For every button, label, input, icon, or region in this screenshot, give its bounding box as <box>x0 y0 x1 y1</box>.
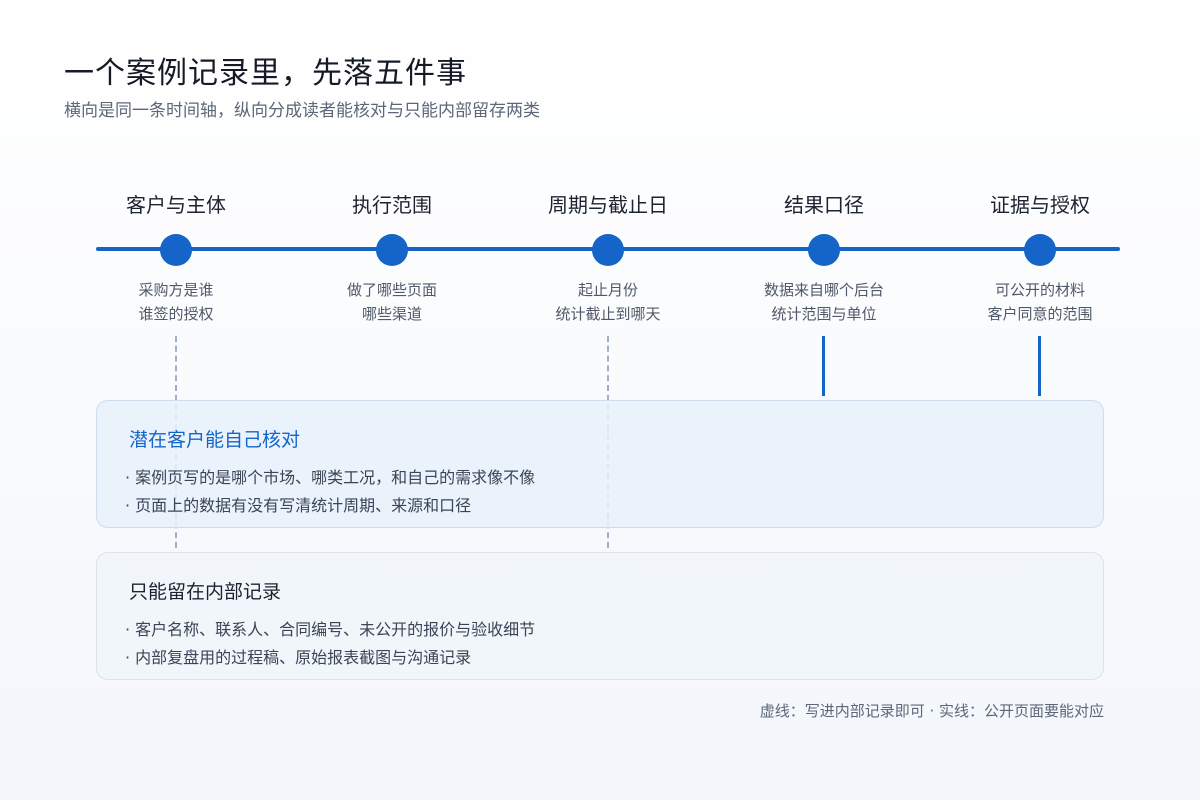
timeline-stage-results: 结果口径 数据来自哪个后台 统计范围与单位 <box>714 190 934 326</box>
solid-connector-5 <box>1038 336 1041 396</box>
stage-label: 执行范围 <box>352 193 432 217</box>
timeline-stage-period: 周期与截止日 起止月份 统计截止到哪天 <box>498 190 718 326</box>
stage-note: 起止月份 统计截止到哪天 <box>498 278 718 326</box>
stage-note-line: 统计范围与单位 <box>771 305 877 323</box>
timeline-stage-customer: 客户与主体 采购方是谁 谁签的授权 <box>66 190 286 326</box>
internal-box-item: · 客户名称、联系人、合同编号、未公开的报价与验收细节 <box>125 620 536 639</box>
stage-dot <box>376 234 408 266</box>
stage-note-line: 客户同意的范围 <box>987 305 1093 323</box>
internal-box-title: 只能留在内部记录 <box>129 581 282 603</box>
stage-note: 可公开的材料 客户同意的范围 <box>930 278 1150 326</box>
public-box-item: · 案例页写的是哪个市场、哪类工况，和自己的需求像不像 <box>125 468 536 487</box>
stage-note-line: 做了哪些页面 <box>346 281 437 299</box>
public-box-item: · 页面上的数据有没有写清统计周期、来源和口径 <box>125 496 472 515</box>
stage-dot <box>808 234 840 266</box>
stage-note-line: 起止月份 <box>577 281 638 299</box>
public-verifiable-box: 潜在客户能自己核对 · 案例页写的是哪个市场、哪类工况，和自己的需求像不像 · … <box>96 400 1104 528</box>
stage-note-line: 谁签的授权 <box>138 305 214 323</box>
stage-dot <box>1024 234 1056 266</box>
stage-label: 客户与主体 <box>126 193 226 217</box>
page-subtitle: 横向是同一条时间轴，纵向分成读者能核对与只能内部留存两类 <box>64 101 540 121</box>
stage-dot <box>592 234 624 266</box>
stage-label: 结果口径 <box>784 193 864 217</box>
stage-label: 周期与截止日 <box>548 193 668 217</box>
internal-box-item: · 内部复盘用的过程稿、原始报表截图与沟通记录 <box>125 648 472 667</box>
stage-dot <box>160 234 192 266</box>
stage-note: 做了哪些页面 哪些渠道 <box>282 278 502 326</box>
timeline-stage-scope: 执行范围 做了哪些页面 哪些渠道 <box>282 190 502 326</box>
internal-only-box: 只能留在内部记录 · 客户名称、联系人、合同编号、未公开的报价与验收细节 · 内… <box>96 552 1104 680</box>
stage-note-line: 采购方是谁 <box>138 281 214 299</box>
legend-note: 虚线：写进内部记录即可 · 实线：公开页面要能对应 <box>759 702 1104 720</box>
stage-note-line: 可公开的材料 <box>994 281 1085 299</box>
stage-note-line: 统计截止到哪天 <box>555 305 661 323</box>
stage-note-line: 哪些渠道 <box>361 305 422 323</box>
solid-connector-4 <box>822 336 825 396</box>
stage-note-line: 数据来自哪个后台 <box>763 281 884 299</box>
stage-label: 证据与授权 <box>990 193 1090 217</box>
timeline-stage-evidence: 证据与授权 可公开的材料 客户同意的范围 <box>930 190 1150 326</box>
page-title: 一个案例记录里，先落五件事 <box>64 56 467 91</box>
public-box-title: 潜在客户能自己核对 <box>129 429 301 451</box>
stage-note: 数据来自哪个后台 统计范围与单位 <box>714 278 934 326</box>
stage-note: 采购方是谁 谁签的授权 <box>66 278 286 326</box>
